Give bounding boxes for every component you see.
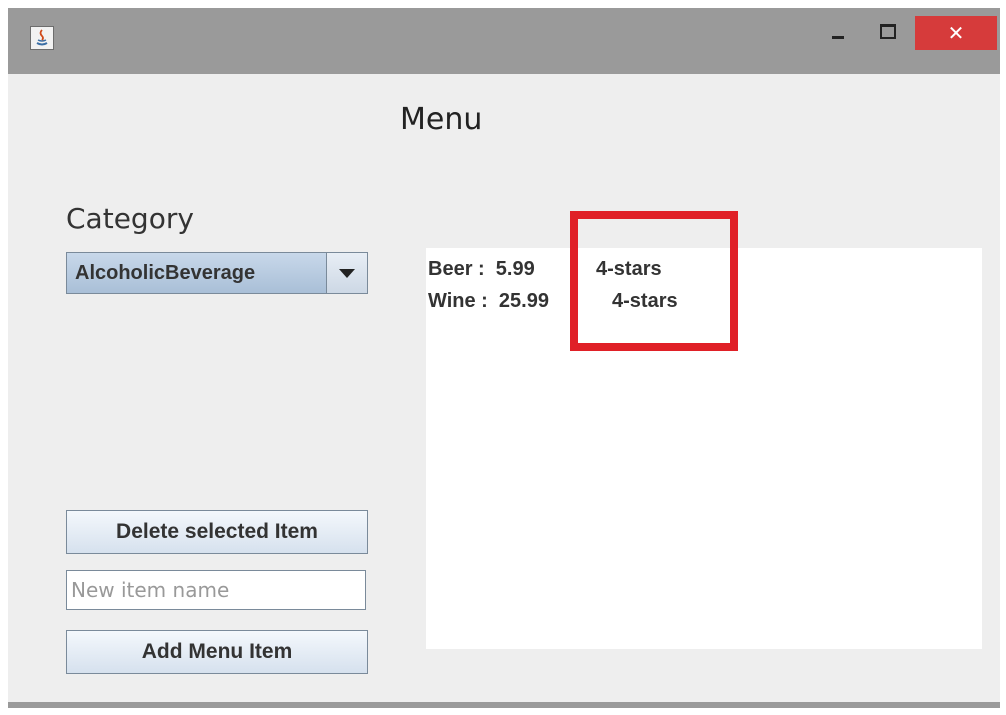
page-title: Menu bbox=[400, 102, 483, 137]
category-label: Category bbox=[66, 202, 194, 235]
minimize-icon bbox=[832, 36, 844, 39]
close-button[interactable]: ✕ bbox=[915, 16, 997, 50]
list-item-text: Wine : 25.99 bbox=[428, 290, 549, 312]
highlight-annotation bbox=[570, 211, 738, 351]
category-selected-value: AlcoholicBeverage bbox=[75, 262, 256, 284]
dropdown-toggle[interactable] bbox=[326, 253, 367, 293]
add-menu-item-button[interactable]: Add Menu Item bbox=[66, 630, 368, 674]
maximize-button[interactable] bbox=[870, 16, 904, 50]
minimize-button[interactable] bbox=[820, 16, 854, 50]
chevron-down-icon bbox=[339, 269, 355, 278]
java-icon[interactable] bbox=[30, 26, 54, 50]
list-item-text: Beer : 5.99 bbox=[428, 258, 535, 280]
delete-item-button[interactable]: Delete selected Item bbox=[66, 510, 368, 554]
maximize-icon bbox=[880, 24, 896, 39]
title-bar[interactable]: ✕ bbox=[8, 8, 1000, 74]
category-dropdown[interactable]: AlcoholicBeverage bbox=[66, 252, 368, 294]
window-content: Menu Category AlcoholicBeverage Beer : 5… bbox=[8, 74, 1000, 702]
list-item[interactable]: Beer : 5.99 4-stars bbox=[426, 258, 662, 290]
close-icon: ✕ bbox=[947, 21, 965, 45]
new-item-name-input[interactable] bbox=[66, 570, 366, 610]
app-window: ✕ Menu Category AlcoholicBeverage Beer :… bbox=[8, 8, 1000, 708]
list-item[interactable]: Wine : 25.99 4-stars bbox=[426, 290, 678, 322]
